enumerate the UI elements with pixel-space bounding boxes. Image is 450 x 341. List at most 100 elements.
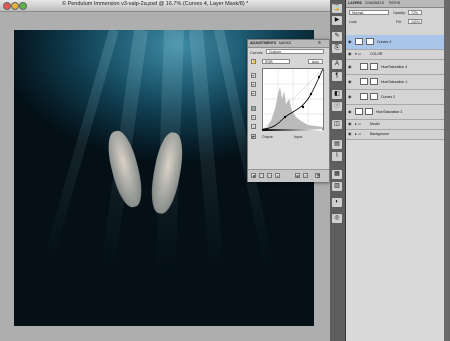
navigator-icon[interactable]: ◧ bbox=[332, 90, 342, 99]
hand-on-image-icon[interactable]: ✋ bbox=[251, 59, 256, 64]
blend-mode-value: Normal bbox=[352, 11, 364, 15]
opacity-value: 72% bbox=[411, 11, 419, 15]
layer-name: Curves 4 bbox=[377, 40, 392, 44]
clipping-icon[interactable]: ◩ bbox=[251, 134, 256, 139]
close-window-button[interactable] bbox=[3, 2, 11, 10]
adjustments-panel[interactable]: ADJUSTMENTS MASKS ≡ Curves Custom ✋ RGB … bbox=[247, 39, 330, 182]
blend-mode-select[interactable]: Normal bbox=[349, 10, 389, 15]
layer-mask-thumb[interactable] bbox=[366, 38, 374, 45]
input-label: Input: bbox=[294, 135, 303, 139]
tab-layers[interactable]: LAYERS bbox=[348, 1, 362, 5]
reset-icon[interactable]: ↺ bbox=[303, 173, 308, 178]
auto-button-label: Auto bbox=[311, 60, 320, 64]
layer-group-color[interactable]: ◉ ▾ ▭ COLOR bbox=[346, 50, 450, 60]
channel-select[interactable]: RGB bbox=[262, 59, 290, 64]
delete-icon[interactable]: 🗑 bbox=[315, 173, 320, 178]
layer-name: Hue/Saturation 4 bbox=[381, 65, 408, 69]
panel-menu-icon[interactable]: ≡ bbox=[318, 40, 321, 46]
layer-name: Curves 2 bbox=[381, 95, 396, 99]
folder-icon: ▸ ▭ bbox=[355, 122, 362, 126]
type-icon[interactable]: A bbox=[332, 60, 342, 69]
pencil-icon[interactable]: ✎ bbox=[251, 115, 256, 120]
auto-button[interactable]: Auto bbox=[308, 59, 323, 64]
document-titlebar: © Pendulum Immersion v3-valp-2a.psd @ 16… bbox=[0, 0, 330, 12]
eye-icon[interactable]: ◉ bbox=[348, 95, 352, 99]
clone-icon[interactable]: ⎘ bbox=[332, 44, 342, 53]
layer-row-curves-2[interactable]: ◉ Curves 2 bbox=[346, 90, 450, 105]
layer-mask-thumb[interactable] bbox=[365, 108, 373, 115]
tab-channels[interactable]: CHANNELS bbox=[365, 1, 384, 5]
layers-empty-area bbox=[346, 140, 450, 341]
view-previous-icon[interactable]: ◉ bbox=[295, 173, 300, 178]
return-to-list-icon[interactable]: ◀ bbox=[251, 173, 256, 178]
curve-point bbox=[283, 115, 287, 119]
expanded-view-icon[interactable]: ▢ bbox=[259, 173, 264, 178]
fill-value: 100% bbox=[411, 20, 420, 24]
layer-name: Model bbox=[370, 122, 380, 126]
layer-name: COLOR bbox=[370, 52, 383, 56]
eye-icon[interactable]: ◉ bbox=[348, 40, 352, 44]
actions-icon[interactable]: ▶ bbox=[332, 16, 342, 25]
layers-icon[interactable]: ◫ bbox=[332, 120, 342, 129]
adjustment-thumb-icon bbox=[360, 63, 368, 70]
layer-name: Background bbox=[370, 132, 389, 136]
lock-label: Lock: bbox=[349, 20, 358, 24]
smooth-icon[interactable]: ∿ bbox=[251, 124, 256, 129]
adjustments-tabrow: ADJUSTMENTS MASKS ≡ bbox=[248, 40, 329, 48]
visibility-icon[interactable]: ● bbox=[275, 173, 280, 178]
info-icon[interactable]: ⓘ bbox=[332, 102, 342, 111]
layer-mask-thumb[interactable] bbox=[370, 78, 378, 85]
figure-right bbox=[147, 130, 187, 216]
clip-to-layer-icon[interactable]: ⊓ bbox=[267, 173, 272, 178]
layer-group-background[interactable]: ◉ ▸ ▭ Background bbox=[346, 130, 450, 140]
adjustment-thumb-icon bbox=[360, 93, 368, 100]
layer-row-hue-saturation-1[interactable]: ◉ Hue/Saturation 1 bbox=[346, 75, 450, 90]
curves-graph[interactable] bbox=[262, 68, 324, 130]
layer-group-model[interactable]: ◉ ▸ ▭ Model bbox=[346, 120, 450, 130]
preset-select[interactable]: Custom bbox=[266, 49, 324, 54]
channels-icon[interactable]: ▤ bbox=[332, 140, 342, 149]
adjustment-type-label: Curves bbox=[250, 50, 263, 55]
tab-paths[interactable]: PATHS bbox=[389, 1, 400, 5]
panel-scrollbar[interactable] bbox=[444, 0, 450, 341]
eyedropper-black-icon[interactable]: ✒ bbox=[251, 73, 256, 78]
tab-masks[interactable]: MASKS bbox=[279, 41, 291, 45]
styles-icon[interactable]: ▦ bbox=[332, 170, 342, 179]
eyedropper-gray-icon[interactable]: ✒ bbox=[251, 82, 256, 87]
eyedropper-white-icon[interactable]: ✒ bbox=[251, 91, 256, 96]
opacity-input[interactable]: 72% bbox=[408, 10, 422, 15]
eye-icon[interactable]: ◉ bbox=[348, 122, 352, 126]
zoom-window-button[interactable] bbox=[19, 2, 27, 10]
tab-adjustments[interactable]: ADJUSTMENTS bbox=[250, 41, 276, 45]
brush-icon[interactable]: ✎ bbox=[332, 32, 342, 41]
layer-row-hue-saturation-4[interactable]: ◉ Hue/Saturation 4 bbox=[346, 60, 450, 75]
minimize-window-button[interactable] bbox=[11, 2, 19, 10]
eye-icon[interactable]: ◉ bbox=[348, 80, 352, 84]
folder-icon: ▾ ▭ bbox=[355, 52, 362, 56]
eye-icon[interactable]: ◉ bbox=[348, 52, 352, 56]
channel-value: RGB bbox=[265, 60, 273, 64]
color-icon[interactable]: ◐ bbox=[332, 198, 342, 207]
history-icon[interactable]: ⌛ bbox=[332, 4, 342, 13]
layer-name: Hue/Saturation 1 bbox=[381, 80, 408, 84]
masks-icon[interactable]: ◎ bbox=[332, 214, 342, 223]
swatches-icon[interactable]: ▥ bbox=[332, 182, 342, 191]
eye-icon[interactable]: ◉ bbox=[348, 65, 352, 69]
paths-icon[interactable]: ⌇ bbox=[332, 152, 342, 161]
layer-row-hue-saturation-3[interactable]: ◉ Hue/Saturation 3 bbox=[346, 105, 450, 120]
fill-input[interactable]: 100% bbox=[408, 19, 422, 24]
layer-mask-thumb[interactable] bbox=[370, 93, 378, 100]
layers-panel[interactable]: LAYERS CHANNELS PATHS Normal Opacity: 72… bbox=[346, 0, 450, 341]
layer-mask-thumb[interactable] bbox=[370, 63, 378, 70]
output-label: Output: bbox=[262, 135, 274, 139]
layer-row-curves-4[interactable]: ◉ Curves 4 bbox=[346, 35, 450, 50]
opacity-label: Opacity: bbox=[393, 11, 406, 15]
curve-point bbox=[309, 92, 313, 96]
eye-icon[interactable]: ◉ bbox=[348, 110, 352, 114]
fill-label: Fill: bbox=[396, 20, 402, 24]
eye-icon[interactable]: ◉ bbox=[348, 132, 352, 136]
paragraph-icon[interactable]: ¶ bbox=[332, 72, 342, 81]
curves-graph-svg bbox=[262, 68, 324, 130]
curve-point-icon[interactable]: ~ bbox=[251, 106, 256, 111]
adjustment-thumb-icon bbox=[355, 108, 363, 115]
